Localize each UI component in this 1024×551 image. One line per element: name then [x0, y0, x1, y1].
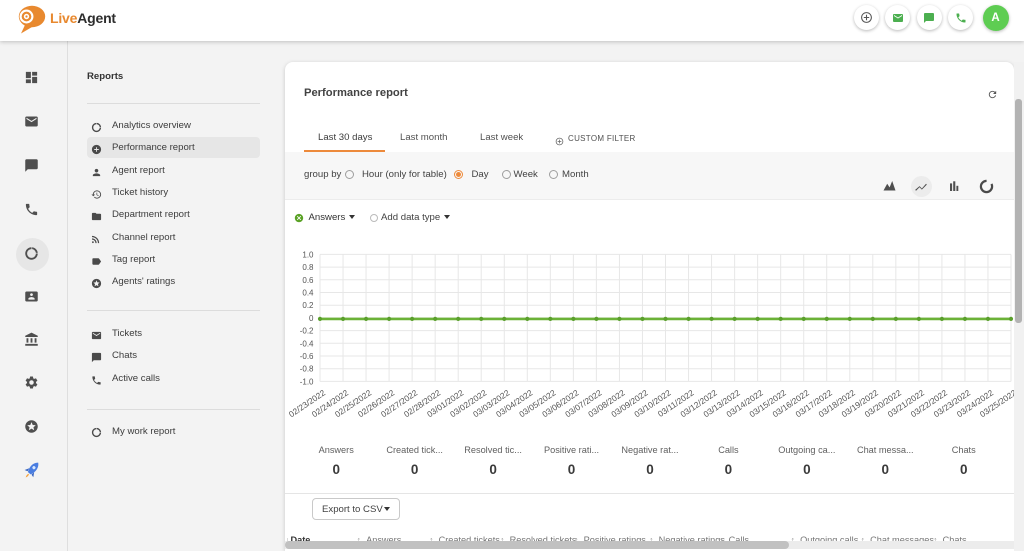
svg-text:0.6: 0.6 — [302, 276, 314, 285]
svg-text:1.0: 1.0 — [302, 250, 314, 259]
svg-text:0: 0 — [309, 314, 314, 323]
svg-text:0.4: 0.4 — [302, 289, 314, 298]
svg-text:-1.0: -1.0 — [300, 377, 314, 386]
svg-text:-0.4: -0.4 — [300, 339, 314, 348]
svg-text:0.8: 0.8 — [302, 263, 314, 272]
svg-text:-0.8: -0.8 — [300, 365, 314, 374]
svg-text:-0.2: -0.2 — [300, 327, 314, 336]
svg-text:-0.6: -0.6 — [300, 352, 314, 361]
svg-text:0.2: 0.2 — [302, 301, 314, 310]
